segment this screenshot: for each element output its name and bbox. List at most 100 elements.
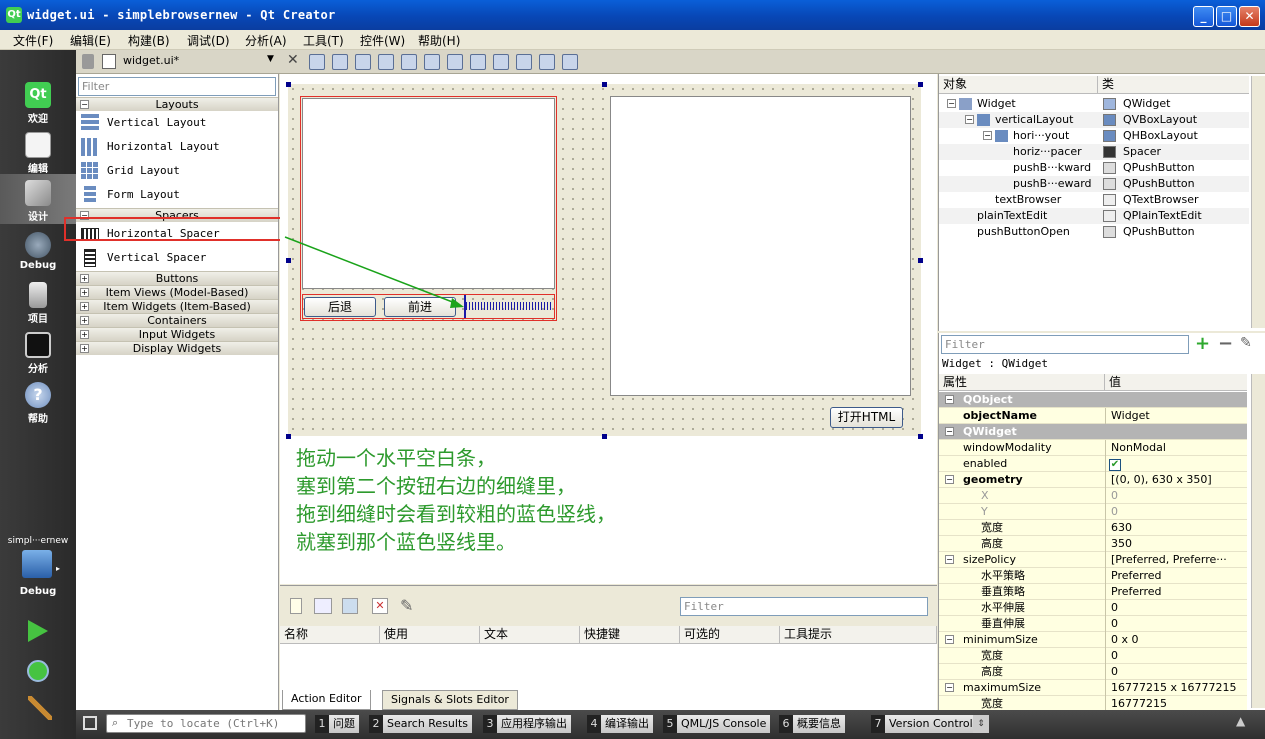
object-tree-row[interactable]: pushB···kward QPushButton [939, 160, 1249, 176]
column-header-property[interactable]: 属性 [939, 374, 1105, 391]
scroll-up-icon[interactable]: ▲ [1236, 714, 1245, 728]
object-tree-row[interactable]: pushButtonOpen QPushButton [939, 224, 1249, 240]
property-value[interactable]: ✔ [1105, 456, 1247, 472]
more-panes-icon[interactable]: ⇕ [973, 715, 989, 733]
collapse-icon[interactable]: − [945, 555, 954, 564]
object-tree-row[interactable]: horiz···pacer Spacer [939, 144, 1249, 160]
collapse-icon[interactable]: − [945, 635, 954, 644]
property-value[interactable]: 350 [1105, 536, 1247, 552]
property-row[interactable]: 宽度 0 [939, 648, 1247, 664]
property-value[interactable]: 0 [1105, 664, 1247, 680]
property-row[interactable]: 垂直策略 Preferred [939, 584, 1247, 600]
collapse-icon[interactable]: − [945, 683, 954, 692]
object-tree-row[interactable]: pushB···eward QPushButton [939, 176, 1249, 192]
output-pane-button[interactable]: 7 Version Control [871, 715, 977, 733]
copy-action-icon[interactable] [314, 598, 332, 614]
column-header-object[interactable]: 对象 [939, 76, 1098, 94]
property-row[interactable]: Y0 [939, 504, 1247, 520]
class-name: QPlainTextEdit [1123, 209, 1202, 222]
enabled-checkbox[interactable]: ✔ [1109, 459, 1121, 471]
output-pane-button[interactable]: 2 Search Results [369, 715, 473, 733]
object-name: pushB···eward [1013, 177, 1092, 190]
property-row[interactable]: 水平策略 Preferred [939, 568, 1247, 584]
object-inspector-scrollbar[interactable] [1251, 76, 1265, 328]
property-value[interactable]: 0 x 0 [1105, 632, 1247, 648]
object-tree-row[interactable]: textBrowser QTextBrowser [939, 192, 1249, 208]
column-header-text[interactable]: 文本 [480, 626, 580, 644]
property-editor-scrollbar[interactable] [1251, 374, 1265, 708]
property-value[interactable]: [Preferred, Preferre··· [1105, 552, 1247, 568]
property-value[interactable]: 630 [1105, 520, 1247, 536]
add-property-icon[interactable]: + [1195, 333, 1210, 354]
locator-input[interactable]: Type to locate (Ctrl+K) [106, 714, 306, 733]
paste-action-icon[interactable] [342, 598, 358, 614]
property-value[interactable]: 0 [1105, 504, 1247, 520]
column-header-class[interactable]: 类 [1098, 76, 1249, 94]
property-row[interactable]: enabled ✔ [939, 456, 1247, 472]
delete-action-icon[interactable]: ✕ [372, 598, 388, 614]
property-name: sizePolicy [963, 553, 1016, 566]
column-header-checkable[interactable]: 可选的 [680, 626, 780, 644]
object-tree-row[interactable]: − verticalLayout QVBoxLayout [939, 112, 1249, 128]
object-name: hori···yout [1013, 129, 1070, 142]
property-row[interactable]: 高度 0 [939, 664, 1247, 680]
class-name: Spacer [1123, 145, 1162, 158]
property-value[interactable]: 0 [1105, 488, 1247, 504]
property-value[interactable]: 0 [1105, 648, 1247, 664]
configure-icon[interactable]: ✎ [1240, 335, 1252, 351]
property-row[interactable]: − geometry [(0, 0), 630 x 350] [939, 472, 1247, 488]
pane-number: 6 [779, 715, 793, 733]
property-value[interactable]: Widget [1105, 408, 1247, 424]
object-tree-row[interactable]: − hori···yout QHBoxLayout [939, 128, 1249, 144]
output-pane-button[interactable]: 3 应用程序输出 [483, 715, 571, 733]
collapse-icon[interactable]: − [945, 395, 954, 404]
new-action-icon[interactable] [290, 598, 302, 614]
tab-signals-slots[interactable]: Signals & Slots Editor [382, 690, 518, 710]
class-icon [1103, 146, 1116, 158]
object-tree-row[interactable]: − Widget QWidget [939, 96, 1249, 112]
property-value[interactable]: NonModal [1105, 440, 1247, 456]
property-value[interactable]: [(0, 0), 630 x 350] [1105, 472, 1247, 488]
property-group-row[interactable]: − QWidget [939, 424, 1247, 440]
property-value[interactable]: 16777215 x 16777215 [1105, 680, 1247, 696]
property-value[interactable]: 0 [1105, 616, 1247, 632]
property-row[interactable]: windowModality NonModal [939, 440, 1247, 456]
column-header-value[interactable]: 值 [1105, 374, 1247, 391]
collapse-icon[interactable]: − [965, 115, 974, 124]
property-name: windowModality [963, 441, 1052, 454]
collapse-icon[interactable]: − [983, 131, 992, 140]
column-header-shortcut[interactable]: 快捷键 [580, 626, 680, 644]
output-pane-button[interactable]: 6 概要信息 [779, 715, 845, 733]
property-row[interactable]: 高度 350 [939, 536, 1247, 552]
column-header-name[interactable]: 名称 [280, 626, 380, 644]
column-header-used[interactable]: 使用 [380, 626, 480, 644]
remove-property-icon[interactable]: − [1218, 333, 1233, 354]
property-row[interactable]: − sizePolicy [Preferred, Preferre··· [939, 552, 1247, 568]
property-row[interactable]: X0 [939, 488, 1247, 504]
column-header-tooltip[interactable]: 工具提示 [780, 626, 937, 644]
output-pane-button[interactable]: 1 问题 [315, 715, 359, 733]
property-value[interactable]: Preferred [1105, 568, 1247, 584]
property-row[interactable]: − minimumSize 0 x 0 [939, 632, 1247, 648]
property-row[interactable]: − maximumSize 16777215 x 16777215 [939, 680, 1247, 696]
collapse-icon[interactable]: − [945, 427, 954, 436]
property-value[interactable]: 0 [1105, 600, 1247, 616]
property-group-row[interactable]: − QObject [939, 392, 1247, 408]
property-filter-input[interactable]: Filter [941, 335, 1189, 354]
configure-icon[interactable]: ✎ [400, 596, 413, 615]
action-filter-input[interactable]: Filter [680, 597, 928, 616]
collapse-icon[interactable]: − [945, 475, 954, 484]
collapse-icon[interactable]: − [947, 99, 956, 108]
object-tree-row[interactable]: plainTextEdit QPlainTextEdit [939, 208, 1249, 224]
output-pane-button[interactable]: 5 QML/JS Console [663, 715, 771, 733]
output-pane-button[interactable]: 4 编译输出 [587, 715, 653, 733]
tab-action-editor[interactable]: Action Editor [282, 690, 371, 710]
property-row[interactable]: objectName Widget [939, 408, 1247, 424]
property-name: 水平策略 [981, 569, 1025, 582]
status-bar: Type to locate (Ctrl+K) ⌕ 1 问题 2 Search Res… [76, 710, 1265, 739]
property-row[interactable]: 水平伸展 0 [939, 600, 1247, 616]
property-row[interactable]: 宽度 630 [939, 520, 1247, 536]
toggle-sidebar-icon[interactable] [83, 716, 97, 730]
property-value[interactable]: Preferred [1105, 584, 1247, 600]
property-row[interactable]: 垂直伸展 0 [939, 616, 1247, 632]
